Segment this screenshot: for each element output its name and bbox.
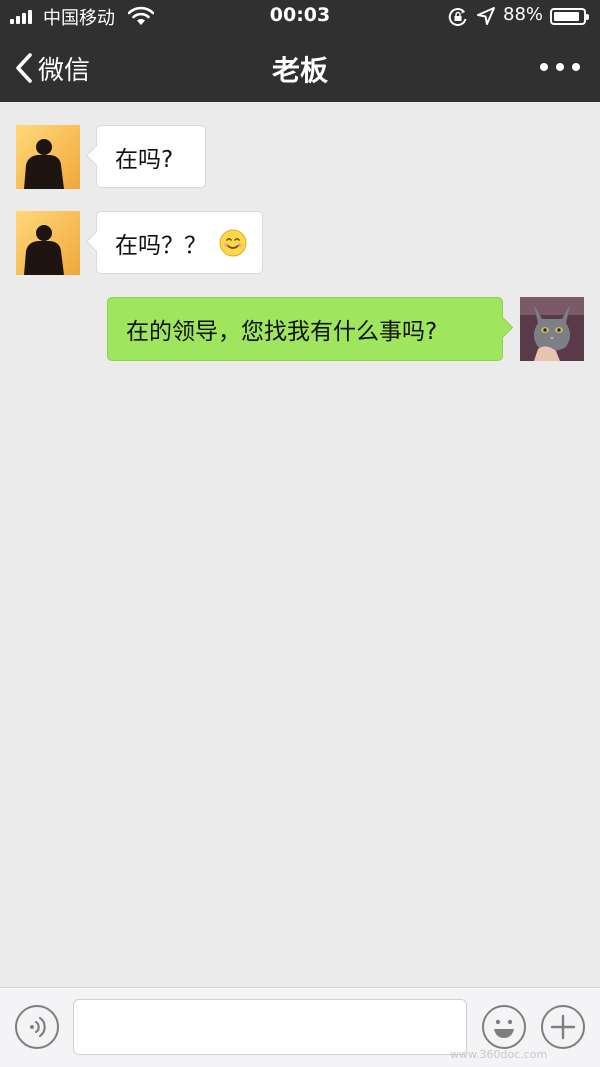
battery-icon — [550, 8, 589, 25]
boss-avatar[interactable] — [16, 125, 80, 189]
orientation-lock-icon — [448, 8, 467, 26]
watermark: www.360doc.com — [450, 1048, 548, 1061]
more-dots-icon — [540, 63, 548, 71]
location-arrow-icon — [477, 7, 495, 25]
message-bubble-incoming[interactable]: 在吗? — [85, 125, 206, 188]
message-bubble-incoming[interactable]: 在吗？？ — [85, 211, 263, 274]
message-input[interactable] — [73, 999, 467, 1055]
plus-button[interactable] — [541, 1005, 585, 1049]
status-bar: 中国移动 00:03 88% — [0, 0, 600, 34]
message-text: 在的领导，您找我有什么事吗? — [126, 319, 438, 345]
message-text: 在吗？？ — [115, 232, 207, 259]
navigation-bar: 微信 老板 — [0, 34, 600, 102]
voice-icon — [30, 1016, 46, 1038]
more-button[interactable] — [540, 60, 580, 74]
person-silhouette-icon — [16, 125, 80, 189]
message-text: 在吗? — [115, 146, 174, 173]
message-bubble-outgoing[interactable]: 在的领导，您找我有什么事吗? — [107, 297, 514, 361]
chat-screen: 中国移动 00:03 88% 微信 老板 在吗? 在吗？？ 在的领导，您找我有什… — [0, 0, 600, 1067]
battery-percent: 88% — [503, 4, 544, 25]
emoji-button[interactable] — [482, 1005, 526, 1049]
chat-title: 老板 — [271, 54, 328, 87]
plus-icon — [550, 1014, 576, 1040]
smile-emoji-icon — [219, 229, 247, 256]
boss-avatar[interactable] — [16, 211, 80, 275]
voice-button[interactable] — [15, 1005, 59, 1049]
person-silhouette-icon — [16, 211, 80, 275]
my-avatar[interactable] — [520, 297, 584, 361]
cat-photo-icon — [520, 297, 584, 361]
emoji-icon — [494, 1019, 514, 1038]
top-bar: 中国移动 00:03 88% 微信 老板 — [0, 0, 600, 102]
